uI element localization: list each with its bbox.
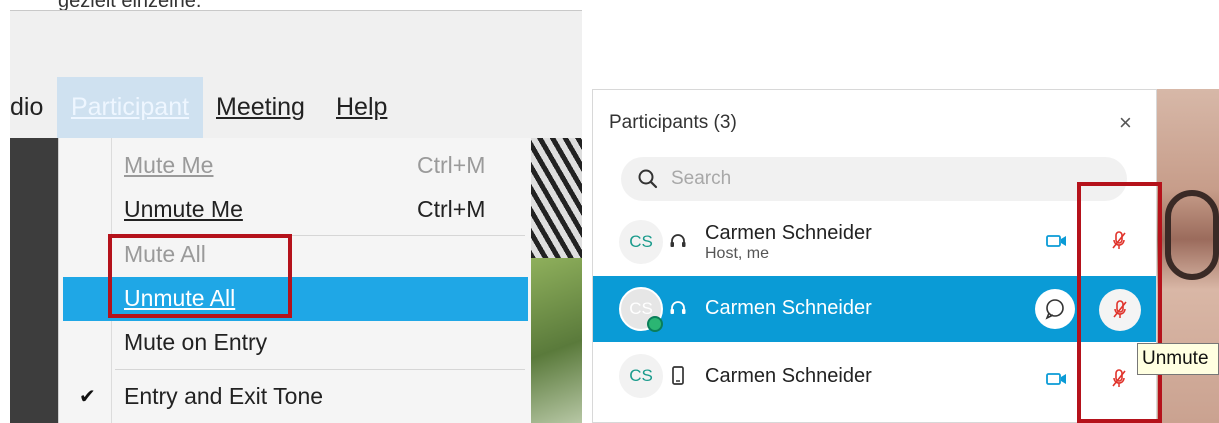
- participant-row[interactable]: CS Carmen Schneider: [593, 343, 1156, 409]
- participant-row-selected[interactable]: CS Carmen Schneider: [593, 276, 1156, 342]
- chat-icon: [1045, 299, 1064, 320]
- search-placeholder: Search: [671, 168, 732, 189]
- menu-item-entry-exit-tone[interactable]: ✔ Entry and Exit Tone: [59, 375, 531, 419]
- menu-meeting[interactable]: Meeting: [216, 77, 305, 138]
- tooltip: Unmute: [1137, 343, 1219, 375]
- menu-item-mute-me[interactable]: Mute Me Ctrl+M: [59, 144, 531, 188]
- headset-icon: [670, 301, 686, 314]
- menu-help[interactable]: Help: [336, 77, 387, 138]
- menu-separator: [115, 369, 525, 370]
- close-icon[interactable]: ×: [1119, 110, 1132, 136]
- menu-screenshot: dio Participant Meeting Help Mute Me Ctr…: [10, 10, 582, 423]
- avatar: CS: [619, 220, 663, 264]
- phone-icon: [672, 366, 684, 385]
- participant-name: Carmen Schneider: [705, 297, 872, 319]
- status-indicator: [647, 316, 663, 332]
- participant-name: Carmen Schneider: [705, 365, 872, 387]
- checkmark-icon: ✔: [79, 386, 96, 408]
- menu-audio[interactable]: dio: [10, 77, 54, 138]
- video-background: [530, 138, 582, 258]
- annotation-box-menu: [108, 234, 292, 318]
- video-background-green: [530, 258, 582, 423]
- search-input[interactable]: Search: [621, 157, 1127, 201]
- video-feed-detail: [1165, 190, 1219, 280]
- headset-icon: [670, 234, 686, 247]
- menu-bar: dio Participant Meeting Help: [10, 77, 582, 138]
- video-icon[interactable]: [1046, 233, 1068, 249]
- participant-row[interactable]: CS Carmen Schneider Host, me: [593, 209, 1156, 275]
- participant-name: Carmen Schneider: [705, 222, 872, 244]
- divider: [10, 10, 582, 11]
- participants-panel: Participants (3) × Search CS Carmen Schn…: [592, 89, 1157, 423]
- participant-role: Host, me: [705, 245, 770, 262]
- menu-participant[interactable]: Participant: [57, 77, 203, 138]
- annotation-box-mute-column: [1077, 182, 1162, 423]
- search-icon: [638, 169, 658, 189]
- background-panel: [10, 138, 58, 423]
- video-icon[interactable]: [1046, 371, 1068, 387]
- chat-button[interactable]: [1035, 289, 1075, 329]
- menu-item-unmute-me[interactable]: Unmute Me Ctrl+M: [59, 188, 531, 232]
- panel-title: Participants (3): [609, 112, 737, 133]
- avatar: CS: [619, 354, 663, 398]
- menu-item-mute-on-entry[interactable]: Mute on Entry: [59, 321, 531, 365]
